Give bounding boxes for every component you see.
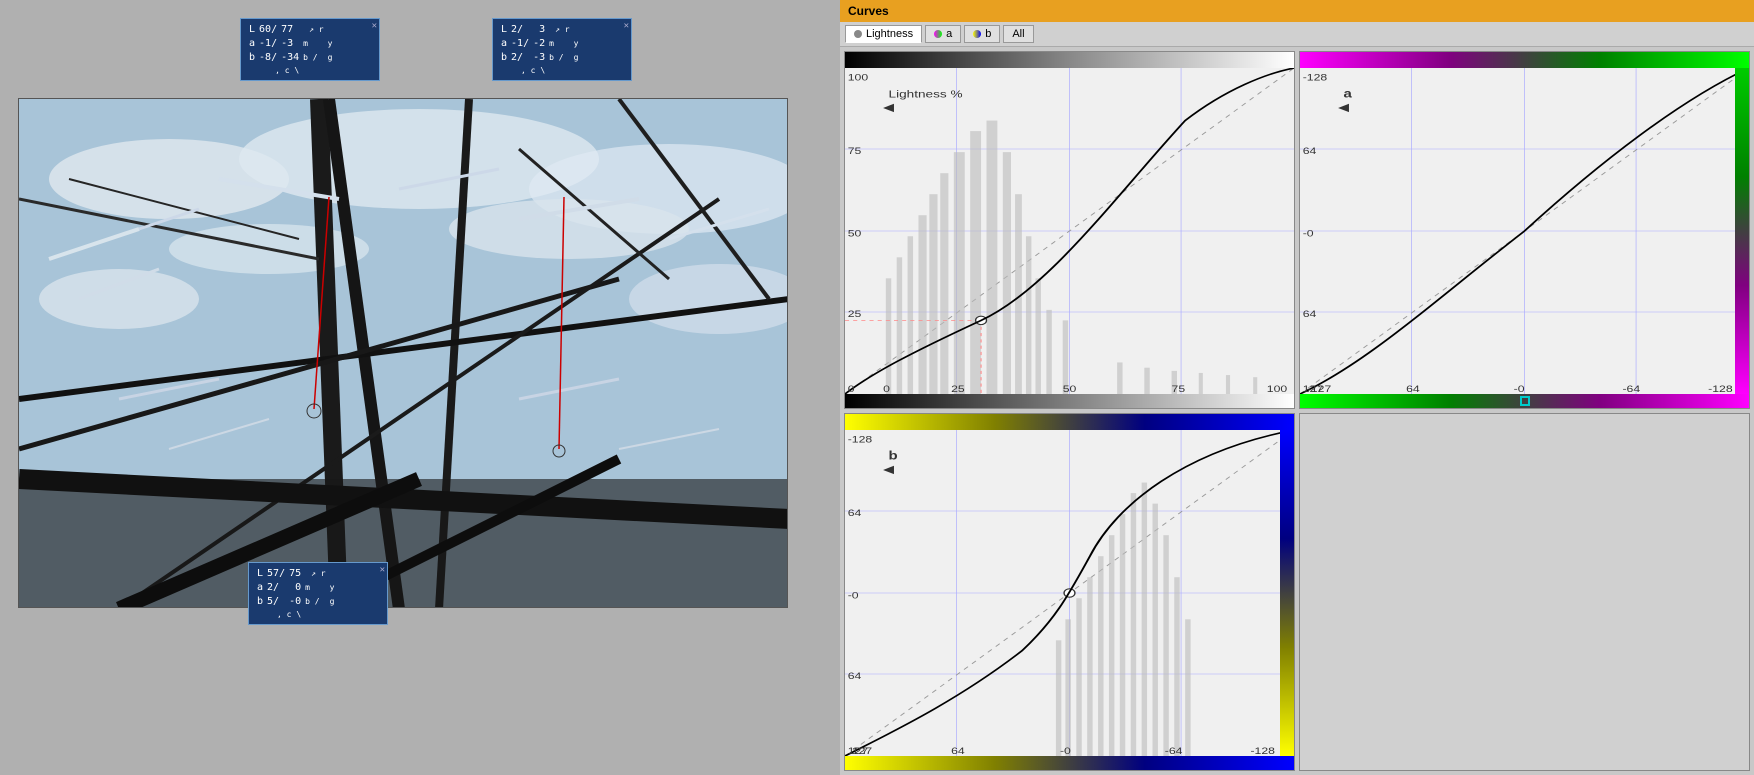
left-panel: ✕ L60/77 ↗ r a-1/-3 my b-8/-34 b /g , c … — [0, 0, 840, 775]
svg-text:-0: -0 — [848, 590, 859, 600]
svg-text:-64: -64 — [1165, 746, 1183, 756]
svg-text:25: 25 — [848, 309, 862, 319]
svg-text:127: 127 — [852, 746, 872, 756]
main-image — [18, 98, 788, 608]
svg-text:64: 64 — [848, 508, 862, 518]
svg-text:-128: -128 — [1303, 73, 1328, 83]
svg-text:100: 100 — [848, 73, 868, 83]
info-box-1[interactable]: ✕ L60/77 ↗ r a-1/-3 my b-8/-34 b /g , c … — [240, 18, 380, 81]
svg-text:75: 75 — [848, 146, 862, 156]
close-icon-2[interactable]: ✕ — [624, 20, 629, 33]
svg-text:a: a — [1344, 87, 1353, 100]
svg-text:75: 75 — [1172, 384, 1186, 394]
b-tab-dot — [973, 30, 981, 38]
lightness-tab-dot — [854, 30, 862, 38]
svg-text:64: 64 — [848, 671, 862, 681]
svg-text:-0: -0 — [1303, 228, 1314, 238]
svg-text:64: 64 — [951, 746, 965, 756]
svg-text:-0: -0 — [1060, 746, 1071, 756]
b-bottom-gradient — [845, 756, 1294, 770]
info-box-3[interactable]: ✕ L57/75 ↗ r a2/ 0 my b5/-0 b /g , c \ — [248, 562, 388, 625]
close-icon-3[interactable]: ✕ — [380, 564, 385, 577]
lightness-top-gradient — [845, 52, 1294, 68]
svg-text:-64: -64 — [1622, 384, 1640, 394]
b-top-gradient — [845, 414, 1294, 430]
svg-text:0: 0 — [848, 384, 855, 394]
title-text: Curves — [848, 4, 889, 18]
photo-background — [19, 99, 787, 607]
chart-a[interactable]: -128 64 -0 64 127 -127 64 -0 -64 -128 a — [1299, 51, 1750, 409]
tab-lightness[interactable]: Lightness — [845, 25, 922, 43]
close-icon-1[interactable]: ✕ — [372, 20, 377, 33]
svg-text:0: 0 — [883, 384, 890, 394]
tab-all-label: All — [1012, 28, 1024, 40]
svg-text:25: 25 — [951, 384, 965, 394]
tab-all[interactable]: All — [1003, 25, 1033, 43]
chart-empty — [1299, 413, 1750, 771]
tabs-row: Lightness a b All — [840, 22, 1754, 47]
svg-text:-128: -128 — [1708, 384, 1733, 394]
curves-title: Curves — [840, 0, 1754, 22]
chart-lightness[interactable]: 100 75 50 25 0 0 25 50 75 100 Lightness … — [844, 51, 1295, 409]
tab-a[interactable]: a — [925, 25, 961, 43]
b-right-gradient — [1280, 430, 1294, 756]
cyan-circle-a — [1520, 396, 1530, 406]
svg-text:50: 50 — [1063, 384, 1077, 394]
svg-text:64: 64 — [1406, 384, 1420, 394]
svg-text:-128: -128 — [1250, 746, 1275, 756]
svg-text:-128: -128 — [848, 435, 873, 445]
svg-text:Lightness %: Lightness % — [889, 88, 963, 100]
svg-text:64: 64 — [1303, 146, 1317, 156]
tab-b[interactable]: b — [964, 25, 1000, 43]
charts-grid: 100 75 50 25 0 0 25 50 75 100 Lightness … — [840, 47, 1754, 775]
svg-text:64: 64 — [1303, 309, 1317, 319]
a-right-gradient — [1735, 68, 1749, 394]
svg-text:100: 100 — [1267, 384, 1287, 394]
tab-b-label: b — [985, 28, 991, 40]
right-panel: Curves Lightness a b All — [840, 0, 1754, 775]
info-box-2[interactable]: ✕ L2/ 3 ↗ r a-1/-2 my b2/-3 b /g , c \ — [492, 18, 632, 81]
svg-text:-127: -127 — [1307, 384, 1332, 394]
chart-b[interactable]: -128 64 -0 64 127 127 64 -0 -64 -128 b — [844, 413, 1295, 771]
tab-a-label: a — [946, 28, 952, 40]
tab-lightness-label: Lightness — [866, 28, 913, 40]
svg-text:50: 50 — [848, 228, 862, 238]
lightness-bottom-gradient — [845, 394, 1294, 408]
svg-text:b: b — [889, 449, 898, 462]
svg-text:-0: -0 — [1514, 384, 1525, 394]
a-tab-dot — [934, 30, 942, 38]
a-top-gradient — [1300, 52, 1749, 68]
